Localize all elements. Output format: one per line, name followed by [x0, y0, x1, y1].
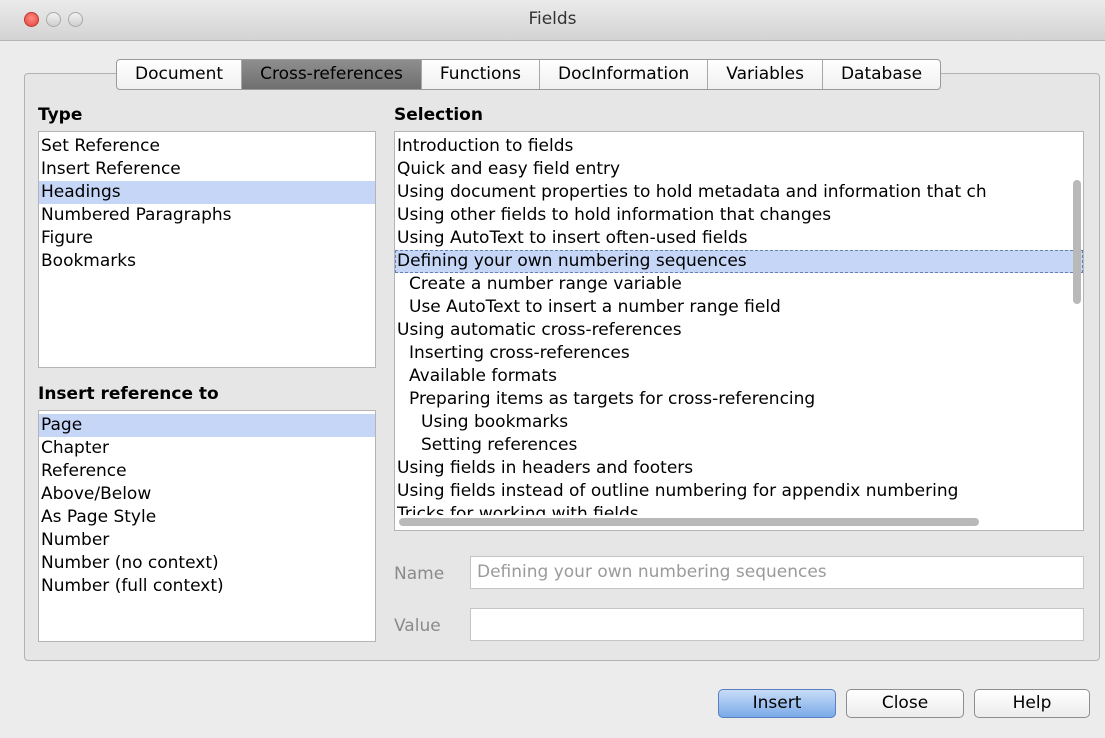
- list-item[interactable]: Introduction to fields: [395, 135, 1083, 158]
- tab-variables[interactable]: Variables: [708, 60, 823, 89]
- list-item[interactable]: Chapter: [39, 437, 375, 460]
- list-item[interactable]: Above/Below: [39, 483, 375, 506]
- list-item[interactable]: Using document properties to hold metada…: [395, 181, 1083, 204]
- list-item[interactable]: Using fields in headers and footers: [395, 457, 1083, 480]
- selection-list[interactable]: Introduction to fields Quick and easy fi…: [394, 131, 1084, 531]
- tab-bar: Document Cross-references Functions DocI…: [116, 59, 942, 90]
- list-item-selected[interactable]: Page: [39, 414, 375, 437]
- list-item-selected[interactable]: Defining your own numbering sequences: [395, 250, 1083, 273]
- list-item[interactable]: Using other fields to hold information t…: [395, 204, 1083, 227]
- list-item[interactable]: Use AutoText to insert a number range fi…: [395, 296, 1083, 319]
- insert-reference-list[interactable]: Page Chapter Reference Above/Below As Pa…: [38, 410, 376, 642]
- list-item[interactable]: Using fields instead of outline numberin…: [395, 480, 1083, 503]
- insert-button[interactable]: Insert: [718, 689, 836, 718]
- selection-label: Selection: [394, 105, 483, 125]
- help-button[interactable]: Help: [974, 689, 1090, 718]
- list-item[interactable]: Available formats: [395, 365, 1083, 388]
- list-item[interactable]: Bookmarks: [39, 250, 375, 273]
- list-item[interactable]: Using bookmarks: [395, 411, 1083, 434]
- tab-functions[interactable]: Functions: [422, 60, 541, 89]
- list-item[interactable]: Quick and easy field entry: [395, 158, 1083, 181]
- insert-reference-label: Insert reference to: [38, 384, 219, 404]
- type-label: Type: [38, 105, 83, 125]
- list-item[interactable]: As Page Style: [39, 506, 375, 529]
- tab-database[interactable]: Database: [823, 60, 940, 89]
- list-item[interactable]: Set Reference: [39, 135, 375, 158]
- list-item[interactable]: Setting references: [395, 434, 1083, 457]
- list-item[interactable]: Using automatic cross-references: [395, 319, 1083, 342]
- tab-document[interactable]: Document: [117, 60, 243, 89]
- list-item[interactable]: Reference: [39, 460, 375, 483]
- close-button[interactable]: Close: [846, 689, 964, 718]
- list-item[interactable]: Number (full context): [39, 575, 375, 598]
- list-item[interactable]: Number: [39, 529, 375, 552]
- list-item[interactable]: Figure: [39, 227, 375, 250]
- tab-cross-references[interactable]: Cross-references: [242, 60, 422, 89]
- type-list[interactable]: Set Reference Insert Reference Headings …: [38, 131, 376, 368]
- value-label: Value: [394, 616, 441, 636]
- list-item[interactable]: Inserting cross-references: [395, 342, 1083, 365]
- window-title: Fields: [528, 9, 577, 29]
- list-item[interactable]: Number (no context): [39, 552, 375, 575]
- list-item[interactable]: Create a number range variable: [395, 273, 1083, 296]
- name-field[interactable]: Defining your own numbering sequences: [470, 556, 1084, 589]
- list-item[interactable]: Numbered Paragraphs: [39, 204, 375, 227]
- vertical-scrollbar[interactable]: [1073, 180, 1081, 304]
- list-item[interactable]: Tricks for working with fields: [395, 503, 1083, 515]
- name-label: Name: [394, 564, 445, 584]
- value-field[interactable]: [470, 608, 1084, 641]
- list-item[interactable]: Insert Reference: [39, 158, 375, 181]
- horizontal-scrollbar[interactable]: [399, 518, 979, 526]
- list-item[interactable]: Preparing items as targets for cross-ref…: [395, 388, 1083, 411]
- tab-docinformation[interactable]: DocInformation: [540, 60, 709, 89]
- title-bar: Fields: [0, 0, 1105, 41]
- list-item[interactable]: Using AutoText to insert often-used fiel…: [395, 227, 1083, 250]
- list-item-selected[interactable]: Headings: [39, 181, 375, 204]
